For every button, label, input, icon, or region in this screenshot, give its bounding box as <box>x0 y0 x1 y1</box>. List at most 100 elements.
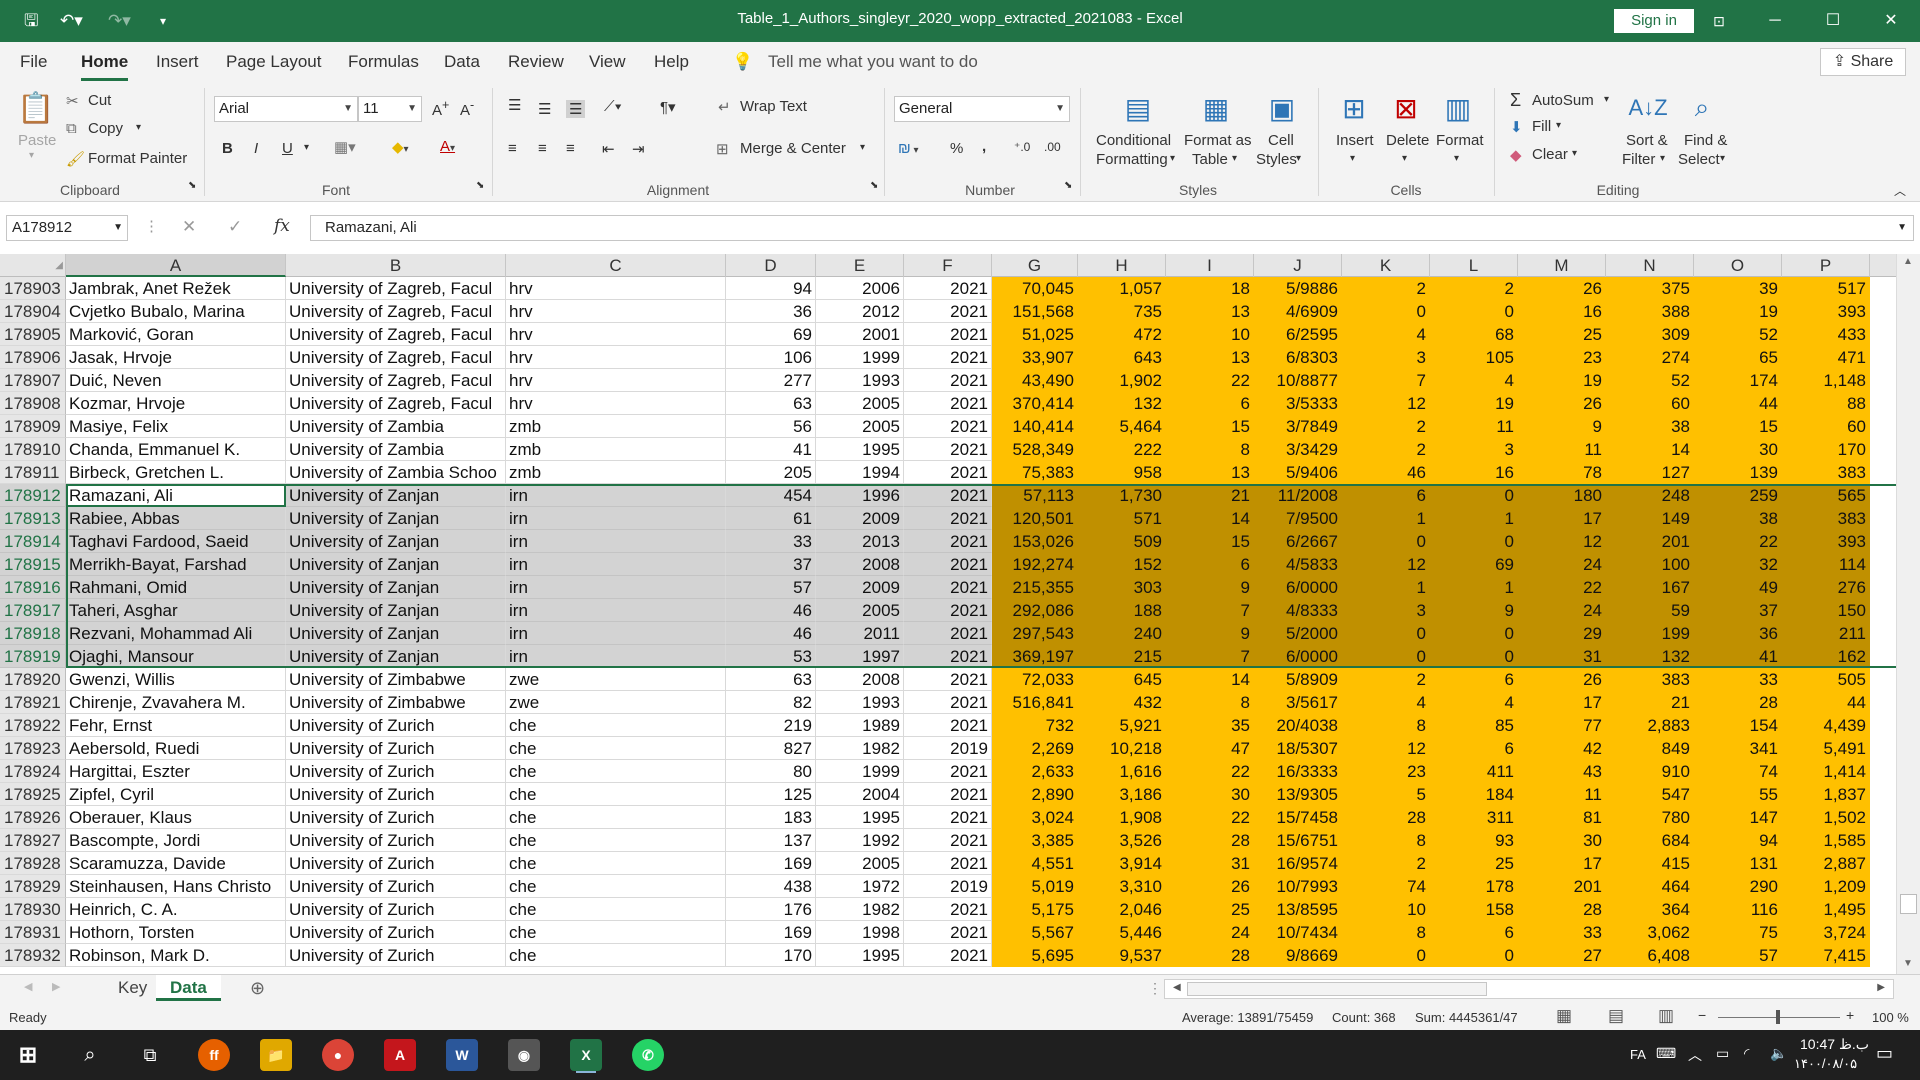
cell-o[interactable]: 57 <box>1694 944 1782 967</box>
cell-b[interactable]: University of Zanjan <box>286 599 506 622</box>
row-header[interactable]: 178919 <box>0 645 66 668</box>
cell-b[interactable]: University of Zurich <box>286 806 506 829</box>
cell-f[interactable]: 2021 <box>904 392 992 415</box>
cell-p[interactable]: 1,148 <box>1782 369 1870 392</box>
column-header-e[interactable]: E <box>816 254 904 277</box>
cell-i[interactable]: 25 <box>1166 898 1254 921</box>
cell-d[interactable]: 80 <box>726 760 816 783</box>
status-sum[interactable]: Sum: 4445361/47 <box>1415 1010 1518 1025</box>
conditional-formatting-label-2[interactable]: Formatting <box>1096 151 1168 168</box>
cell-g[interactable]: 5,019 <box>992 875 1078 898</box>
cell-f[interactable]: 2021 <box>904 714 992 737</box>
row-header[interactable]: 178923 <box>0 737 66 760</box>
cell-a[interactable]: Jasak, Hrvoje <box>66 346 286 369</box>
cell-b[interactable]: University of Zurich <box>286 921 506 944</box>
cell-p[interactable]: 433 <box>1782 323 1870 346</box>
cell-b[interactable]: University of Zagreb, Facul <box>286 346 506 369</box>
cell-b[interactable]: University of Zurich <box>286 737 506 760</box>
cell-g[interactable]: 2,633 <box>992 760 1078 783</box>
cell-o[interactable]: 174 <box>1694 369 1782 392</box>
keyboard-icon[interactable]: ⌨ <box>1656 1045 1676 1062</box>
number-format-select[interactable]: General ▼ <box>894 96 1070 122</box>
cell-k[interactable]: 6 <box>1342 484 1430 507</box>
row-header[interactable]: 178920 <box>0 668 66 691</box>
cell-c[interactable]: zmb <box>506 438 726 461</box>
cell-f[interactable]: 2021 <box>904 645 992 668</box>
cell-c[interactable]: zwe <box>506 668 726 691</box>
cell-g[interactable]: 57,113 <box>992 484 1078 507</box>
cell-i[interactable]: 22 <box>1166 806 1254 829</box>
cell-e[interactable]: 1996 <box>816 484 904 507</box>
cell-i[interactable]: 14 <box>1166 668 1254 691</box>
cell-f[interactable]: 2021 <box>904 277 992 300</box>
cell-h[interactable]: 132 <box>1078 392 1166 415</box>
cell-a[interactable]: Chanda, Emmanuel K. <box>66 438 286 461</box>
cell-h[interactable]: 3,186 <box>1078 783 1166 806</box>
cell-f[interactable]: 2021 <box>904 898 992 921</box>
minimize-button[interactable]: ─ <box>1752 0 1798 42</box>
cell-e[interactable]: 1993 <box>816 369 904 392</box>
cell-p[interactable]: 471 <box>1782 346 1870 369</box>
cell-i[interactable]: 13 <box>1166 461 1254 484</box>
underline-dropdown-icon[interactable]: ▾ <box>304 142 309 153</box>
cell-h[interactable]: 2,046 <box>1078 898 1166 921</box>
cell-a[interactable]: Merrikh-Bayat, Farshad <box>66 553 286 576</box>
cell-h[interactable]: 152 <box>1078 553 1166 576</box>
cell-m[interactable]: 24 <box>1518 553 1606 576</box>
cell-j[interactable]: 6/0000 <box>1254 645 1342 668</box>
copy-dropdown-icon[interactable]: ▾ <box>136 122 141 133</box>
cell-e[interactable]: 1982 <box>816 737 904 760</box>
file-explorer-icon[interactable]: 📁 <box>260 1039 292 1071</box>
sort-filter-label-1[interactable]: Sort & <box>1626 132 1668 149</box>
cell-i[interactable]: 6 <box>1166 553 1254 576</box>
cell-e[interactable]: 1993 <box>816 691 904 714</box>
cell-g[interactable]: 140,414 <box>992 415 1078 438</box>
cell-o[interactable]: 94 <box>1694 829 1782 852</box>
column-header-d[interactable]: D <box>726 254 816 277</box>
cell-g[interactable]: 192,274 <box>992 553 1078 576</box>
clear-button[interactable]: Clear <box>1532 146 1568 163</box>
cell-e[interactable]: 1982 <box>816 898 904 921</box>
cell-d[interactable]: 46 <box>726 622 816 645</box>
cell-f[interactable]: 2021 <box>904 323 992 346</box>
row-header[interactable]: 178916 <box>0 576 66 599</box>
cell-m[interactable]: 11 <box>1518 783 1606 806</box>
cell-i[interactable]: 15 <box>1166 530 1254 553</box>
prev-sheet-icon[interactable]: ◀ <box>24 980 32 993</box>
cell-e[interactable]: 1995 <box>816 438 904 461</box>
cell-styles-label-2[interactable]: Styles <box>1256 151 1297 168</box>
volume-icon[interactable]: 🔈 <box>1770 1045 1787 1062</box>
cell-m[interactable]: 9 <box>1518 415 1606 438</box>
column-header-p[interactable]: P <box>1782 254 1870 277</box>
row-header[interactable]: 178904 <box>0 300 66 323</box>
column-header-m[interactable]: M <box>1518 254 1606 277</box>
cell-p[interactable]: 150 <box>1782 599 1870 622</box>
cell-m[interactable]: 16 <box>1518 300 1606 323</box>
cell-n[interactable]: 201 <box>1606 530 1694 553</box>
cell-e[interactable]: 1999 <box>816 760 904 783</box>
delete-cells-icon[interactable]: ⊠ <box>1386 88 1426 128</box>
cell-b[interactable]: University of Zanjan <box>286 553 506 576</box>
cell-j[interactable]: 5/8909 <box>1254 668 1342 691</box>
cell-j[interactable]: 6/2667 <box>1254 530 1342 553</box>
cell-f[interactable]: 2021 <box>904 438 992 461</box>
cell-g[interactable]: 297,543 <box>992 622 1078 645</box>
cell-g[interactable]: 70,045 <box>992 277 1078 300</box>
cell-b[interactable]: University of Zurich <box>286 852 506 875</box>
cell-g[interactable]: 5,175 <box>992 898 1078 921</box>
wrap-text-button[interactable]: Wrap Text <box>740 98 807 115</box>
row-header[interactable]: 178925 <box>0 783 66 806</box>
zoom-out-icon[interactable]: − <box>1698 1007 1706 1023</box>
cell-i[interactable]: 24 <box>1166 921 1254 944</box>
cell-n[interactable]: 6,408 <box>1606 944 1694 967</box>
cell-p[interactable]: 383 <box>1782 507 1870 530</box>
cell-p[interactable]: 517 <box>1782 277 1870 300</box>
cell-o[interactable]: 32 <box>1694 553 1782 576</box>
cell-o[interactable]: 38 <box>1694 507 1782 530</box>
cell-j[interactable]: 10/7434 <box>1254 921 1342 944</box>
cell-n[interactable]: 388 <box>1606 300 1694 323</box>
cell-g[interactable]: 516,841 <box>992 691 1078 714</box>
cell-l[interactable]: 0 <box>1430 484 1518 507</box>
cell-f[interactable]: 2021 <box>904 921 992 944</box>
cell-c[interactable]: hrv <box>506 369 726 392</box>
